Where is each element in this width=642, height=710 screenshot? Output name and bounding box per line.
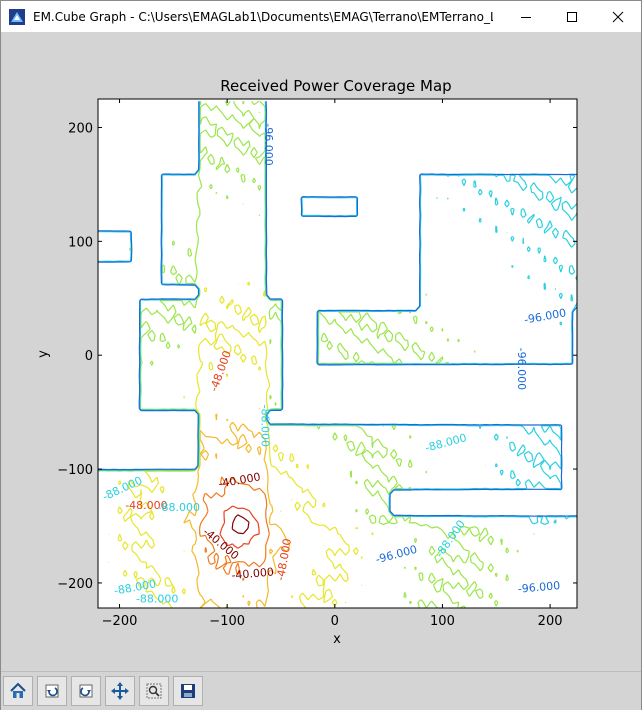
pan-icon (111, 682, 129, 700)
navigation-toolbar (1, 671, 641, 710)
save-icon (181, 684, 195, 698)
window-title: EM.Cube Graph - C:\Users\EMAGLab1\Docume… (33, 9, 493, 24)
forward-button[interactable] (71, 676, 101, 706)
maximize-icon (567, 11, 577, 22)
close-icon (612, 11, 624, 22)
x-tick-label: −100 (209, 614, 245, 629)
contour-label: -88.000 (157, 501, 199, 514)
zoom-button[interactable] (139, 676, 169, 706)
back-button[interactable] (37, 676, 67, 706)
title-bar[interactable]: EM.Cube Graph - C:\Users\EMAGLab1\Docume… (1, 1, 641, 32)
back-icon (45, 684, 59, 698)
y-tick-label: 0 (85, 349, 93, 364)
minimize-button[interactable] (503, 1, 549, 32)
x-tick-label: 100 (430, 614, 455, 629)
app-window: EM.Cube Graph - C:\Users\EMAGLab1\Docume… (0, 0, 642, 710)
chart-title: Received Power Coverage Map (220, 77, 451, 95)
home-button[interactable] (3, 676, 33, 706)
forward-icon (79, 684, 93, 698)
minimize-icon (521, 16, 531, 18)
x-axis-label: x (333, 632, 341, 647)
y-tick-label: 200 (68, 121, 93, 136)
maximize-button[interactable] (549, 1, 595, 32)
contour-label: -88.000 (136, 592, 178, 605)
y-tick-label: 100 (68, 235, 93, 250)
contour-label: -88.000 (259, 405, 272, 447)
x-tick-label: 0 (331, 614, 339, 629)
y-axis-label: y (36, 350, 51, 358)
app-logo-icon (9, 8, 25, 25)
contour-label: -96.000 (515, 348, 528, 390)
y-tick-label: −100 (57, 463, 93, 478)
x-tick-label: 200 (538, 614, 563, 629)
zoom-icon (146, 683, 162, 699)
contour-label: -96.000 (262, 123, 275, 165)
coverage-chart[interactable]: Received Power Coverage Map -96.000-48.0… (1, 32, 641, 669)
close-button[interactable] (595, 1, 641, 32)
pan-button[interactable] (105, 676, 135, 706)
save-button[interactable] (173, 676, 203, 706)
y-tick-label: −200 (57, 577, 93, 592)
home-icon (10, 682, 26, 698)
plot-area: Received Power Coverage Map -96.000 -48.0… (1, 32, 641, 669)
x-tick-label: −200 (102, 614, 138, 629)
